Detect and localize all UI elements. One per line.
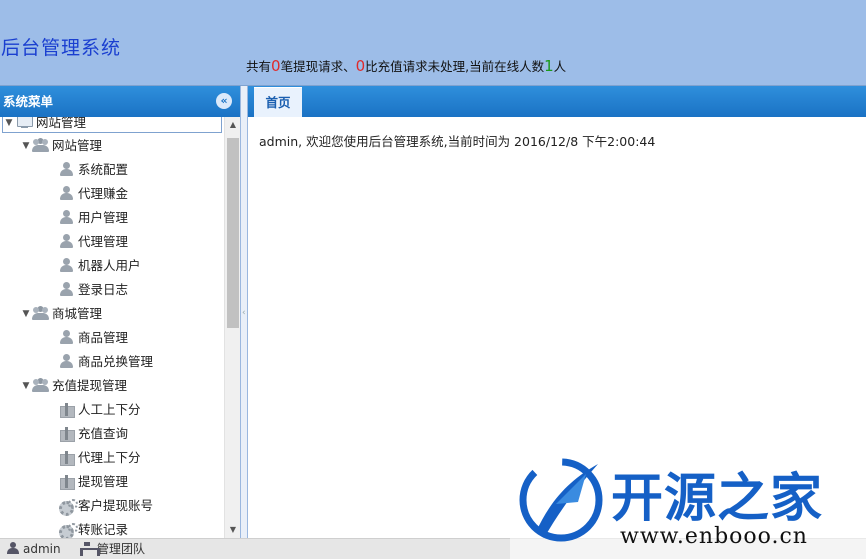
tree-menu-item[interactable]: 用户管理 bbox=[58, 207, 128, 229]
tree-item-label: 代理管理 bbox=[78, 234, 129, 249]
tree-menu-item[interactable]: 代理管理 bbox=[58, 231, 128, 253]
footer-user[interactable]: admin bbox=[6, 539, 61, 559]
gears-icon bbox=[58, 498, 78, 516]
tree-scrollbar[interactable]: ▲ ▼ bbox=[224, 117, 240, 538]
scroll-thumb[interactable] bbox=[227, 138, 239, 328]
gears-icon bbox=[58, 522, 78, 538]
recharge-count: 0 bbox=[355, 57, 366, 75]
notice-online-suffix: 人 bbox=[553, 59, 567, 74]
tree-menu-item[interactable]: 系统配置 bbox=[58, 159, 128, 181]
user-icon bbox=[6, 542, 20, 554]
user-icon bbox=[58, 258, 75, 272]
footer-team-label: 管理团队 bbox=[97, 542, 146, 556]
gift-icon bbox=[58, 426, 75, 442]
user-icon bbox=[58, 354, 75, 368]
footer-user-label: admin bbox=[23, 542, 61, 556]
tree-item-label: 登录日志 bbox=[78, 282, 129, 297]
scroll-up-arrow-icon[interactable]: ▲ bbox=[225, 117, 240, 133]
pending-requests-notice: 共有0笔提现请求、0比充值请求未处理,当前在线人数1人 bbox=[246, 56, 566, 75]
tab-bar: 首页 bbox=[248, 86, 866, 117]
tree-item-label: 提现管理 bbox=[78, 474, 129, 489]
sidebar-panel: 系统菜单 « ▼ 网站管理 ▼ 网站管理系统配置代理赚金用户管理代理管理机器人用户登录… bbox=[0, 86, 241, 538]
user-icon bbox=[58, 234, 75, 248]
user-group-icon bbox=[32, 138, 49, 152]
tree-item-label: 充值提现管理 bbox=[52, 378, 128, 393]
tree-group-item[interactable]: ▼ 商城管理 bbox=[20, 303, 102, 325]
tree-item-label: 代理赚金 bbox=[78, 186, 129, 201]
tree-menu-item[interactable]: 转账记录 bbox=[58, 519, 128, 538]
expand-arrow-icon[interactable]: ▼ bbox=[3, 117, 15, 132]
tree-menu-item[interactable]: 登录日志 bbox=[58, 279, 128, 301]
tree-item-label: 系统配置 bbox=[78, 162, 129, 177]
tree-menu-item[interactable]: 客户提现账号 bbox=[58, 495, 153, 517]
tree-item-label: 网站管理 bbox=[52, 138, 103, 153]
watermark-overlay: 开源之家 www.enbooo.cn bbox=[510, 450, 866, 559]
online-count: 1 bbox=[544, 57, 554, 75]
notice-withdraw-text: 笔提现请求、 bbox=[280, 59, 356, 74]
scroll-down-arrow-icon[interactable]: ▼ bbox=[225, 522, 240, 538]
notice-prefix: 共有 bbox=[246, 59, 272, 74]
tree-item-label: 充值查询 bbox=[78, 426, 129, 441]
user-icon bbox=[58, 162, 75, 176]
menu-tree: ▼ 网站管理 ▼ 网站管理系统配置代理赚金用户管理代理管理机器人用户登录日志 ▼ 商城管理… bbox=[0, 117, 224, 538]
kaiyuan-logo-icon bbox=[519, 458, 603, 542]
gift-icon bbox=[58, 402, 75, 418]
withdraw-count: 0 bbox=[271, 57, 281, 75]
tree-item-label: 代理上下分 bbox=[78, 450, 141, 465]
header-banner: 后台管理系统 共有0笔提现请求、0比充值请求未处理,当前在线人数1人 bbox=[0, 0, 866, 86]
tree-root-item[interactable]: ▼ 网站管理 bbox=[2, 117, 222, 133]
panel-splitter[interactable]: ‹ bbox=[241, 86, 248, 538]
tree-item-label: 客户提现账号 bbox=[78, 498, 154, 513]
tree-item-label: 网站管理 bbox=[36, 117, 87, 130]
watermark-brand: 开源之家 bbox=[611, 469, 824, 529]
tree-group-item[interactable]: ▼ 充值提现管理 bbox=[20, 375, 127, 397]
tree-item-label: 商品兑换管理 bbox=[78, 354, 154, 369]
tree-item-label: 用户管理 bbox=[78, 210, 129, 225]
tree-menu-item[interactable]: 商品管理 bbox=[58, 327, 128, 349]
expand-arrow-icon[interactable]: ▼ bbox=[20, 135, 32, 157]
sidebar-header: 系统菜单 « bbox=[0, 86, 240, 117]
tree-item-label: 转账记录 bbox=[78, 522, 129, 537]
tree-item-label: 机器人用户 bbox=[78, 258, 141, 273]
tree-menu-item[interactable]: 提现管理 bbox=[58, 471, 128, 493]
sidebar-title: 系统菜单 bbox=[3, 94, 54, 109]
gift-icon bbox=[58, 474, 75, 490]
tree-menu-item[interactable]: 充值查询 bbox=[58, 423, 128, 445]
menu-tree-container: ▼ 网站管理 ▼ 网站管理系统配置代理赚金用户管理代理管理机器人用户登录日志 ▼ 商城管理… bbox=[0, 117, 240, 538]
user-icon bbox=[58, 186, 75, 200]
tree-menu-item[interactable]: 商品兑换管理 bbox=[58, 351, 153, 373]
gift-icon bbox=[58, 450, 75, 466]
expand-arrow-icon[interactable]: ▼ bbox=[20, 303, 32, 325]
tree-item-label: 人工上下分 bbox=[78, 402, 141, 417]
user-icon bbox=[58, 330, 75, 344]
tab-home[interactable]: 首页 bbox=[254, 87, 302, 117]
notice-recharge-text: 比充值请求未处理,当前在线人数 bbox=[365, 59, 545, 74]
tree-menu-item[interactable]: 机器人用户 bbox=[58, 255, 141, 277]
double-chevron-left-icon[interactable]: « bbox=[216, 93, 232, 109]
tree-menu-item[interactable]: 代理上下分 bbox=[58, 447, 141, 469]
expand-arrow-icon[interactable]: ▼ bbox=[20, 375, 32, 397]
watermark-url: www.enbooo.cn bbox=[620, 524, 808, 549]
welcome-message: admin, 欢迎您使用后台管理系统,当前时间为 2016/12/8 下午2:0… bbox=[259, 134, 656, 149]
monitor-icon bbox=[15, 117, 33, 129]
tree-item-label: 商城管理 bbox=[52, 306, 103, 321]
user-group-icon bbox=[32, 378, 49, 392]
app-title: 后台管理系统 bbox=[1, 37, 122, 59]
splitter-grip-icon[interactable]: ‹ bbox=[242, 308, 246, 318]
tree-menu-item[interactable]: 人工上下分 bbox=[58, 399, 141, 421]
user-icon bbox=[58, 210, 75, 224]
tree-group-item[interactable]: ▼ 网站管理 bbox=[20, 135, 102, 157]
footer-team[interactable]: 管理团队 bbox=[80, 539, 145, 559]
tree-menu-item[interactable]: 代理赚金 bbox=[58, 183, 128, 205]
user-icon bbox=[58, 282, 75, 296]
tree-item-label: 商品管理 bbox=[78, 330, 129, 345]
org-chart-icon bbox=[80, 542, 100, 556]
user-group-icon bbox=[32, 306, 49, 320]
